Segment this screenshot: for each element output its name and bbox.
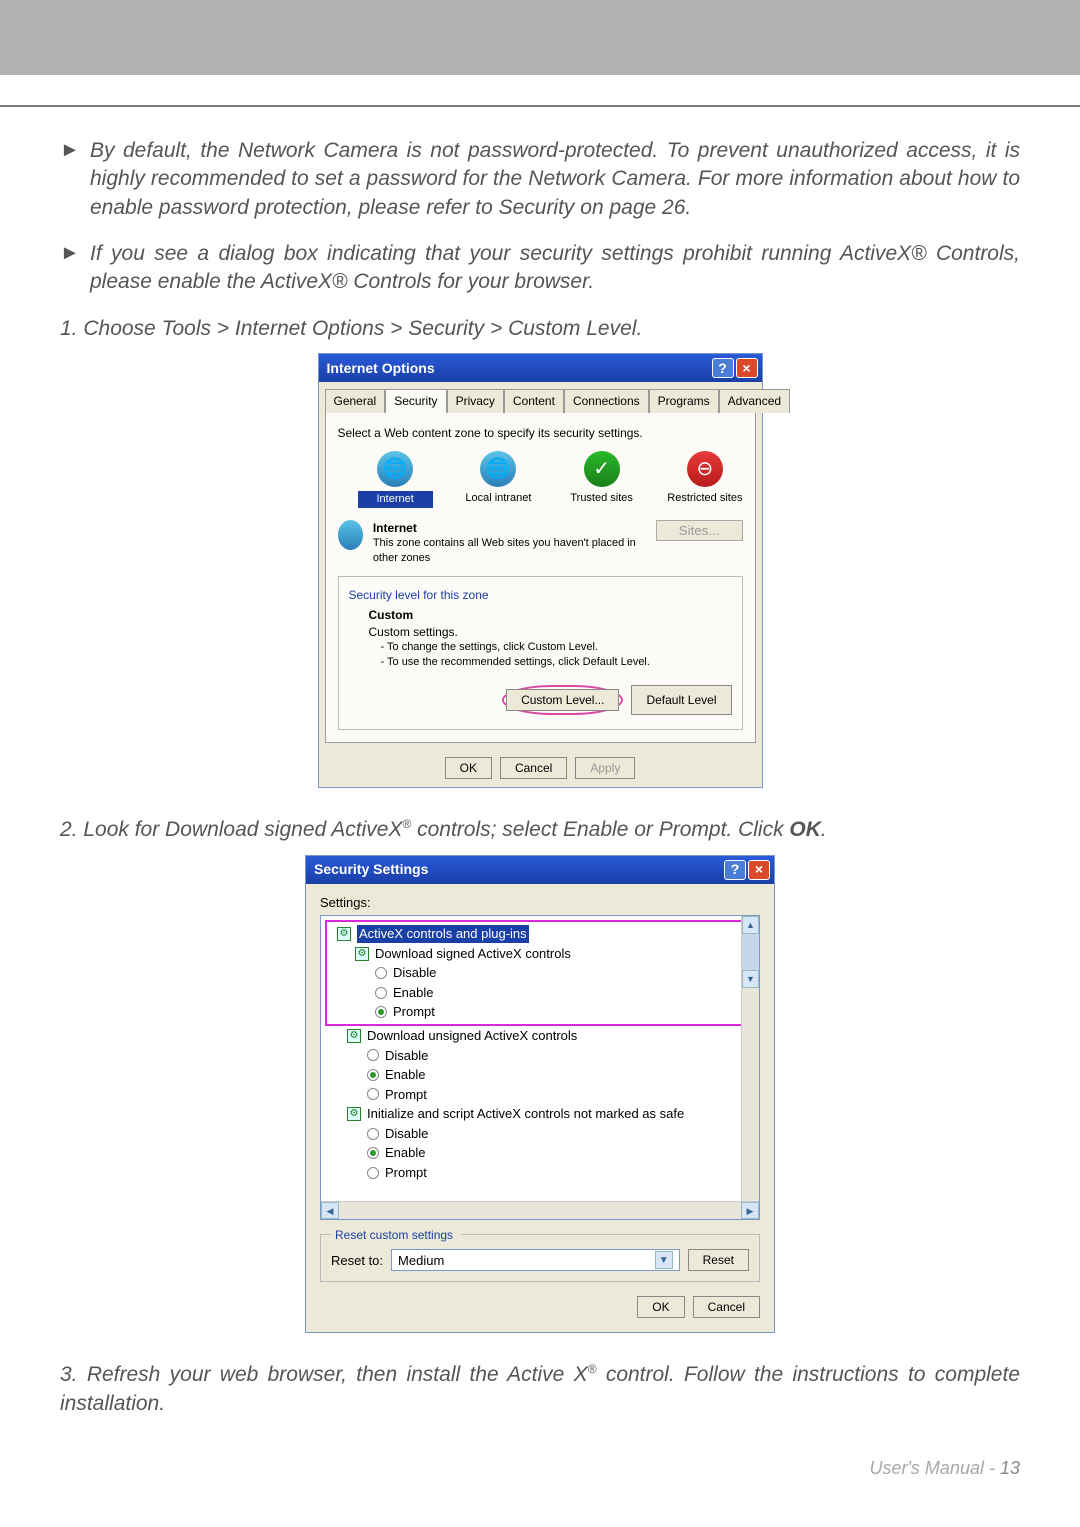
radio-icon[interactable] (367, 1049, 379, 1061)
step-2: 2. Look for Download signed ActiveX® con… (60, 816, 1020, 844)
help-icon[interactable]: ? (712, 358, 734, 378)
default-level-button[interactable]: Default Level (631, 685, 731, 715)
custom-sub: Custom settings. (369, 624, 732, 640)
tab-general[interactable]: General (325, 389, 386, 413)
tab-advanced[interactable]: Advanced (719, 389, 790, 413)
zone-restricted-sites[interactable]: ⊖ Restricted sites (667, 451, 742, 508)
dialog-titlebar: Internet Options ? × (319, 354, 762, 382)
settings-tree[interactable]: ⚙ ActiveX controls and plug-ins ⚙ Download… (320, 915, 760, 1220)
tree-group-signed: Download signed ActiveX controls (375, 945, 571, 963)
custom-level-button[interactable]: Custom Level... (506, 689, 619, 711)
radio-icon[interactable] (375, 987, 387, 999)
highlight-oval: Custom Level... (502, 685, 623, 715)
close-icon[interactable]: × (736, 358, 758, 378)
bullet-arrow-icon: ► (60, 137, 90, 222)
note-activex: If you see a dialog box indicating that … (90, 240, 1020, 297)
scroll-thumb[interactable] (742, 934, 759, 970)
zone-internet[interactable]: 🌐 Internet (358, 451, 433, 508)
scroll-up-icon[interactable]: ▲ (742, 916, 759, 934)
cancel-button[interactable]: Cancel (500, 757, 567, 779)
step-3: 3. Refresh your web browser, then instal… (60, 1361, 1020, 1418)
radio-icon[interactable] (375, 967, 387, 979)
radio-icon[interactable] (367, 1147, 379, 1159)
tab-connections[interactable]: Connections (564, 389, 649, 413)
tab-security[interactable]: Security (385, 389, 446, 413)
minus-icon: ⊖ (687, 451, 723, 487)
apply-button: Apply (575, 757, 635, 779)
radio-icon[interactable] (367, 1069, 379, 1081)
radio-icon[interactable] (367, 1167, 379, 1179)
ok-button[interactable]: OK (445, 757, 492, 779)
radio-icon[interactable] (375, 1006, 387, 1018)
gear-icon: ⚙ (347, 1107, 361, 1121)
dialog-title: Security Settings (314, 860, 428, 879)
globe-icon (338, 520, 363, 550)
horizontal-scrollbar[interactable]: ◀ ▶ (321, 1201, 759, 1219)
check-icon: ✓ (584, 451, 620, 487)
reset-button[interactable]: Reset (688, 1249, 749, 1271)
settings-label: Settings: (320, 894, 760, 912)
gear-icon: ⚙ (337, 927, 351, 941)
reset-legend: Reset custom settings (331, 1227, 461, 1243)
tree-group-unsigned: Download unsigned ActiveX controls (367, 1027, 577, 1045)
globe-icon: 🌐 (480, 451, 516, 487)
step-1: 1. Choose Tools > Internet Options > Sec… (60, 315, 1020, 343)
tree-root[interactable]: ActiveX controls and plug-ins (357, 925, 529, 943)
reset-to-combo[interactable]: Medium ▼ (391, 1249, 680, 1271)
bullet-arrow-icon: ► (60, 240, 90, 297)
scroll-right-icon[interactable]: ▶ (741, 1202, 759, 1219)
highlight-box: ⚙ ActiveX controls and plug-ins ⚙ Download… (325, 920, 755, 1026)
tree-group-init: Initialize and script ActiveX controls n… (367, 1105, 684, 1123)
zone-heading: Internet (373, 520, 646, 536)
internet-options-dialog: Internet Options ? × General Security Pr… (318, 353, 763, 788)
chevron-down-icon[interactable]: ▼ (655, 1251, 673, 1269)
tab-strip: General Security Privacy Content Connect… (319, 382, 762, 412)
custom-line-1: - To change the settings, click Custom L… (381, 640, 732, 655)
custom-title: Custom (369, 607, 732, 623)
gear-icon: ⚙ (347, 1029, 361, 1043)
tab-programs[interactable]: Programs (649, 389, 719, 413)
scroll-left-icon[interactable]: ◀ (321, 1202, 339, 1219)
help-icon[interactable]: ? (724, 860, 746, 880)
dialog-titlebar: Security Settings ? × (306, 856, 774, 884)
note-password: By default, the Network Camera is not pa… (90, 137, 1020, 222)
gear-icon: ⚙ (355, 947, 369, 961)
zone-description: This zone contains all Web sites you hav… (373, 536, 646, 566)
page-footer: User's Manual - 13 (0, 1428, 1080, 1509)
security-settings-dialog: Security Settings ? × Settings: ⚙ ActiveX… (305, 855, 775, 1334)
radio-icon[interactable] (367, 1088, 379, 1100)
cancel-button[interactable]: Cancel (693, 1296, 760, 1318)
radio-icon[interactable] (367, 1128, 379, 1140)
zone-local-intranet[interactable]: 🌐 Local intranet (461, 451, 536, 508)
dialog-title: Internet Options (327, 359, 435, 378)
tab-privacy[interactable]: Privacy (447, 389, 504, 413)
sites-button: Sites... (656, 520, 743, 541)
globe-icon: 🌐 (377, 451, 413, 487)
vertical-scrollbar[interactable]: ▲ ▼ (741, 916, 759, 1201)
header-divider (0, 105, 1080, 107)
custom-line-2: - To use the recommended settings, click… (381, 655, 732, 670)
close-icon[interactable]: × (748, 860, 770, 880)
reset-to-label: Reset to: (331, 1252, 383, 1270)
scroll-down-icon[interactable]: ▼ (742, 970, 759, 988)
tab-content[interactable]: Content (504, 389, 564, 413)
zone-trusted-sites[interactable]: ✓ Trusted sites (564, 451, 639, 508)
zone-prompt: Select a Web content zone to specify its… (338, 425, 743, 441)
security-level-legend: Security level for this zone (349, 588, 489, 602)
ok-button[interactable]: OK (637, 1296, 684, 1318)
